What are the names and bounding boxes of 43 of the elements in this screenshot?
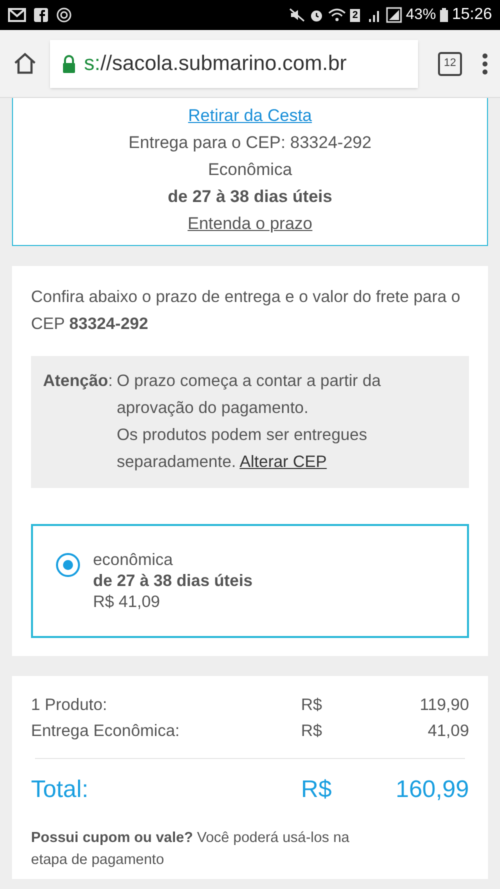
menu-icon[interactable] [482,52,488,74]
option-name: econômica [93,550,174,570]
total-label: Total: [31,775,90,805]
wifi-icon [328,8,346,22]
delivery-days: de 27 à 38 dias úteis [168,183,332,210]
summary-value: 41,09 [428,721,469,742]
notice-label: Atenção: [43,371,113,392]
mute-icon [289,8,306,22]
lock-icon [62,54,76,72]
summary-currency: R$ [301,695,322,716]
summary-label: Entrega Econômica: [31,721,181,742]
clock-time: 15:26 [452,5,492,25]
facebook-icon [34,8,48,22]
home-icon[interactable] [12,50,38,76]
url-field[interactable]: s://sacola.submarino.com.br [50,40,418,88]
summary-currency: R$ [301,721,322,742]
sim-badge: 2 [350,8,360,22]
battery-percent: 43% [406,4,436,25]
mail-icon [8,8,26,22]
url-text: s://sacola.submarino.com.br [84,50,347,77]
summary-label: 1 Produto: [31,695,108,716]
coupon-note: Possui cupom ou vale? Você poderá usá-los na etapa de pagamento [31,829,350,870]
signal-icon [386,7,402,23]
total-currency: R$ [301,775,332,805]
remove-from-cart-link[interactable]: Retirar da Cesta [188,102,312,129]
alarm-icon [309,8,324,22]
radio-icon[interactable] [55,552,81,578]
circle-icon [56,7,72,23]
tab-count[interactable]: 12 [438,52,462,76]
notice-text: O prazo começa a contar a partir da aprovação do pagamento. [116,371,382,419]
shipping-option[interactable]: econômica de 27 à 38 dias úteis R$ 41,09 [31,524,469,638]
option-days: de 27 à 38 dias úteis [93,570,253,592]
battery-icon [440,8,448,22]
notice-text: Os produtos podem ser entregues separadamente. Alterar CEP [116,425,368,473]
option-price: R$ 41,09 [93,592,161,612]
shipping-intro: Confira abaixo o prazo de entrega e o valor do frete para o CEP 83324-292 [31,287,462,335]
delivery-method: Econômica [208,159,292,181]
total-value: 160,99 [396,775,469,805]
change-cep-link[interactable]: Alterar CEP [240,453,327,471]
signal-icon [368,8,382,22]
summary-value: 119,90 [420,695,469,716]
understand-deadline-link[interactable]: Entenda o prazo [188,210,312,237]
delivery-cep: Entrega para o CEP: 83324-292 [128,132,372,154]
